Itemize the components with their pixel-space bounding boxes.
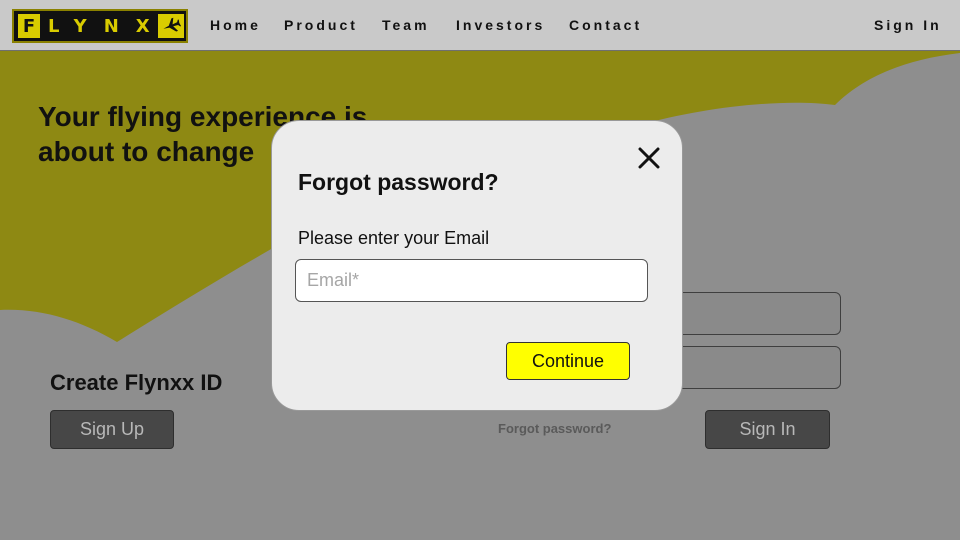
nav-link-investors[interactable]: Investors (456, 17, 545, 33)
sign-up-button[interactable]: Sign Up (50, 410, 174, 449)
nav-link-team[interactable]: Team (382, 17, 430, 33)
brand-logo[interactable]: F LYNX (12, 9, 188, 43)
continue-button[interactable]: Continue (506, 342, 630, 380)
airplane-icon (158, 14, 184, 38)
nav-link-contact[interactable]: Contact (569, 17, 642, 33)
modal-title: Forgot password? (298, 169, 499, 195)
forgot-password-modal: Forgot password? Please enter your Email… (271, 120, 683, 411)
nav-sign-in-link[interactable]: Sign In (874, 17, 942, 33)
email-input[interactable] (295, 259, 648, 302)
email-label: Please enter your Email (298, 228, 490, 248)
nav-link-product[interactable]: Product (284, 17, 358, 33)
logo-letter-box: F (18, 14, 40, 38)
sign-in-button[interactable]: Sign In (705, 410, 830, 449)
logo-wordmark: LYNX (48, 15, 167, 37)
top-navbar: F LYNX Home Product Team Investors Conta… (0, 0, 960, 51)
close-icon[interactable] (638, 147, 660, 169)
nav-link-home[interactable]: Home (210, 17, 261, 33)
forgot-password-link[interactable]: Forgot password? (498, 421, 611, 436)
create-id-title: Create Flynxx ID (50, 370, 223, 395)
